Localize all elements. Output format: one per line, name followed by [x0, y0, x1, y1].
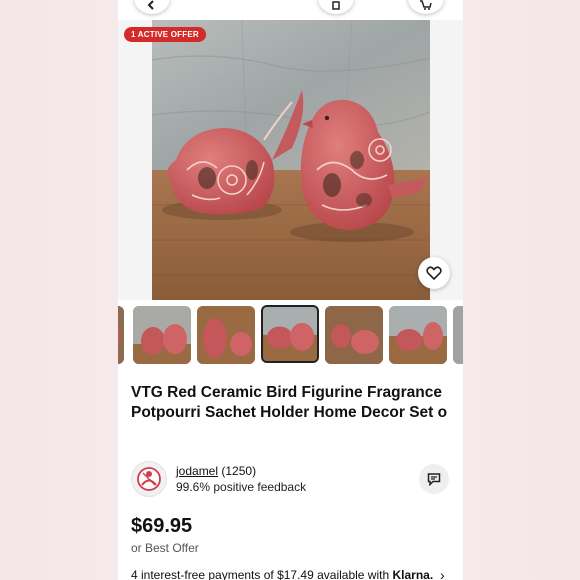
seller-username[interactable]: jodamel	[176, 464, 218, 478]
heart-icon	[426, 266, 442, 280]
listing-price: $69.95	[131, 515, 193, 537]
installments-text: 4 interest-free payments of $17.49 avail…	[131, 568, 390, 580]
thumbnail-strip[interactable]	[118, 304, 463, 366]
share-button[interactable]	[318, 0, 354, 14]
chevron-right-icon[interactable]: ›	[440, 567, 445, 580]
thumbnail-1[interactable]	[118, 306, 124, 364]
seller-avatar[interactable]	[131, 461, 167, 497]
bird-figurines-image	[152, 20, 430, 300]
image-gallery[interactable]: 1 ACTIVE OFFER	[118, 20, 463, 300]
thumbnail-2[interactable]	[133, 306, 191, 364]
thumbnail-5[interactable]	[325, 306, 383, 364]
installments-banner[interactable]: 4 interest-free payments of $17.49 avail…	[131, 568, 461, 580]
message-icon	[427, 473, 441, 486]
thumbnail-4-selected[interactable]	[261, 305, 319, 363]
seller-name[interactable]: jodamel (1250)	[176, 464, 256, 478]
thumbnail-7[interactable]	[453, 306, 463, 364]
thumbnail-3[interactable]	[197, 306, 255, 364]
share-icon	[332, 1, 340, 10]
main-product-photo[interactable]	[152, 20, 430, 300]
seller-avatar-icon	[137, 467, 161, 491]
seller-rating-count: (1250)	[221, 464, 257, 478]
seller-feedback: 99.6% positive feedback	[176, 480, 307, 494]
back-button[interactable]	[134, 0, 170, 14]
seller-card[interactable]: jodamel (1250) 99.6% positive feedback	[131, 460, 451, 500]
cart-button[interactable]	[408, 0, 444, 14]
klarna-logo: Klarna.	[392, 568, 434, 580]
thumbnail-6[interactable]	[389, 306, 447, 364]
top-bar	[118, 0, 463, 16]
listing-screen: 1 ACTIVE OFFER VTG Red Ceramic Bird Figu…	[118, 0, 463, 580]
active-offer-badge: 1 ACTIVE OFFER	[124, 27, 206, 42]
message-seller-button[interactable]	[419, 464, 449, 494]
watch-button[interactable]	[418, 257, 450, 289]
best-offer-label: or Best Offer	[131, 541, 199, 555]
listing-title: VTG Red Ceramic Bird Figurine Fragrance …	[131, 384, 448, 421]
cart-icon	[420, 0, 432, 10]
chevron-left-icon	[147, 0, 154, 10]
